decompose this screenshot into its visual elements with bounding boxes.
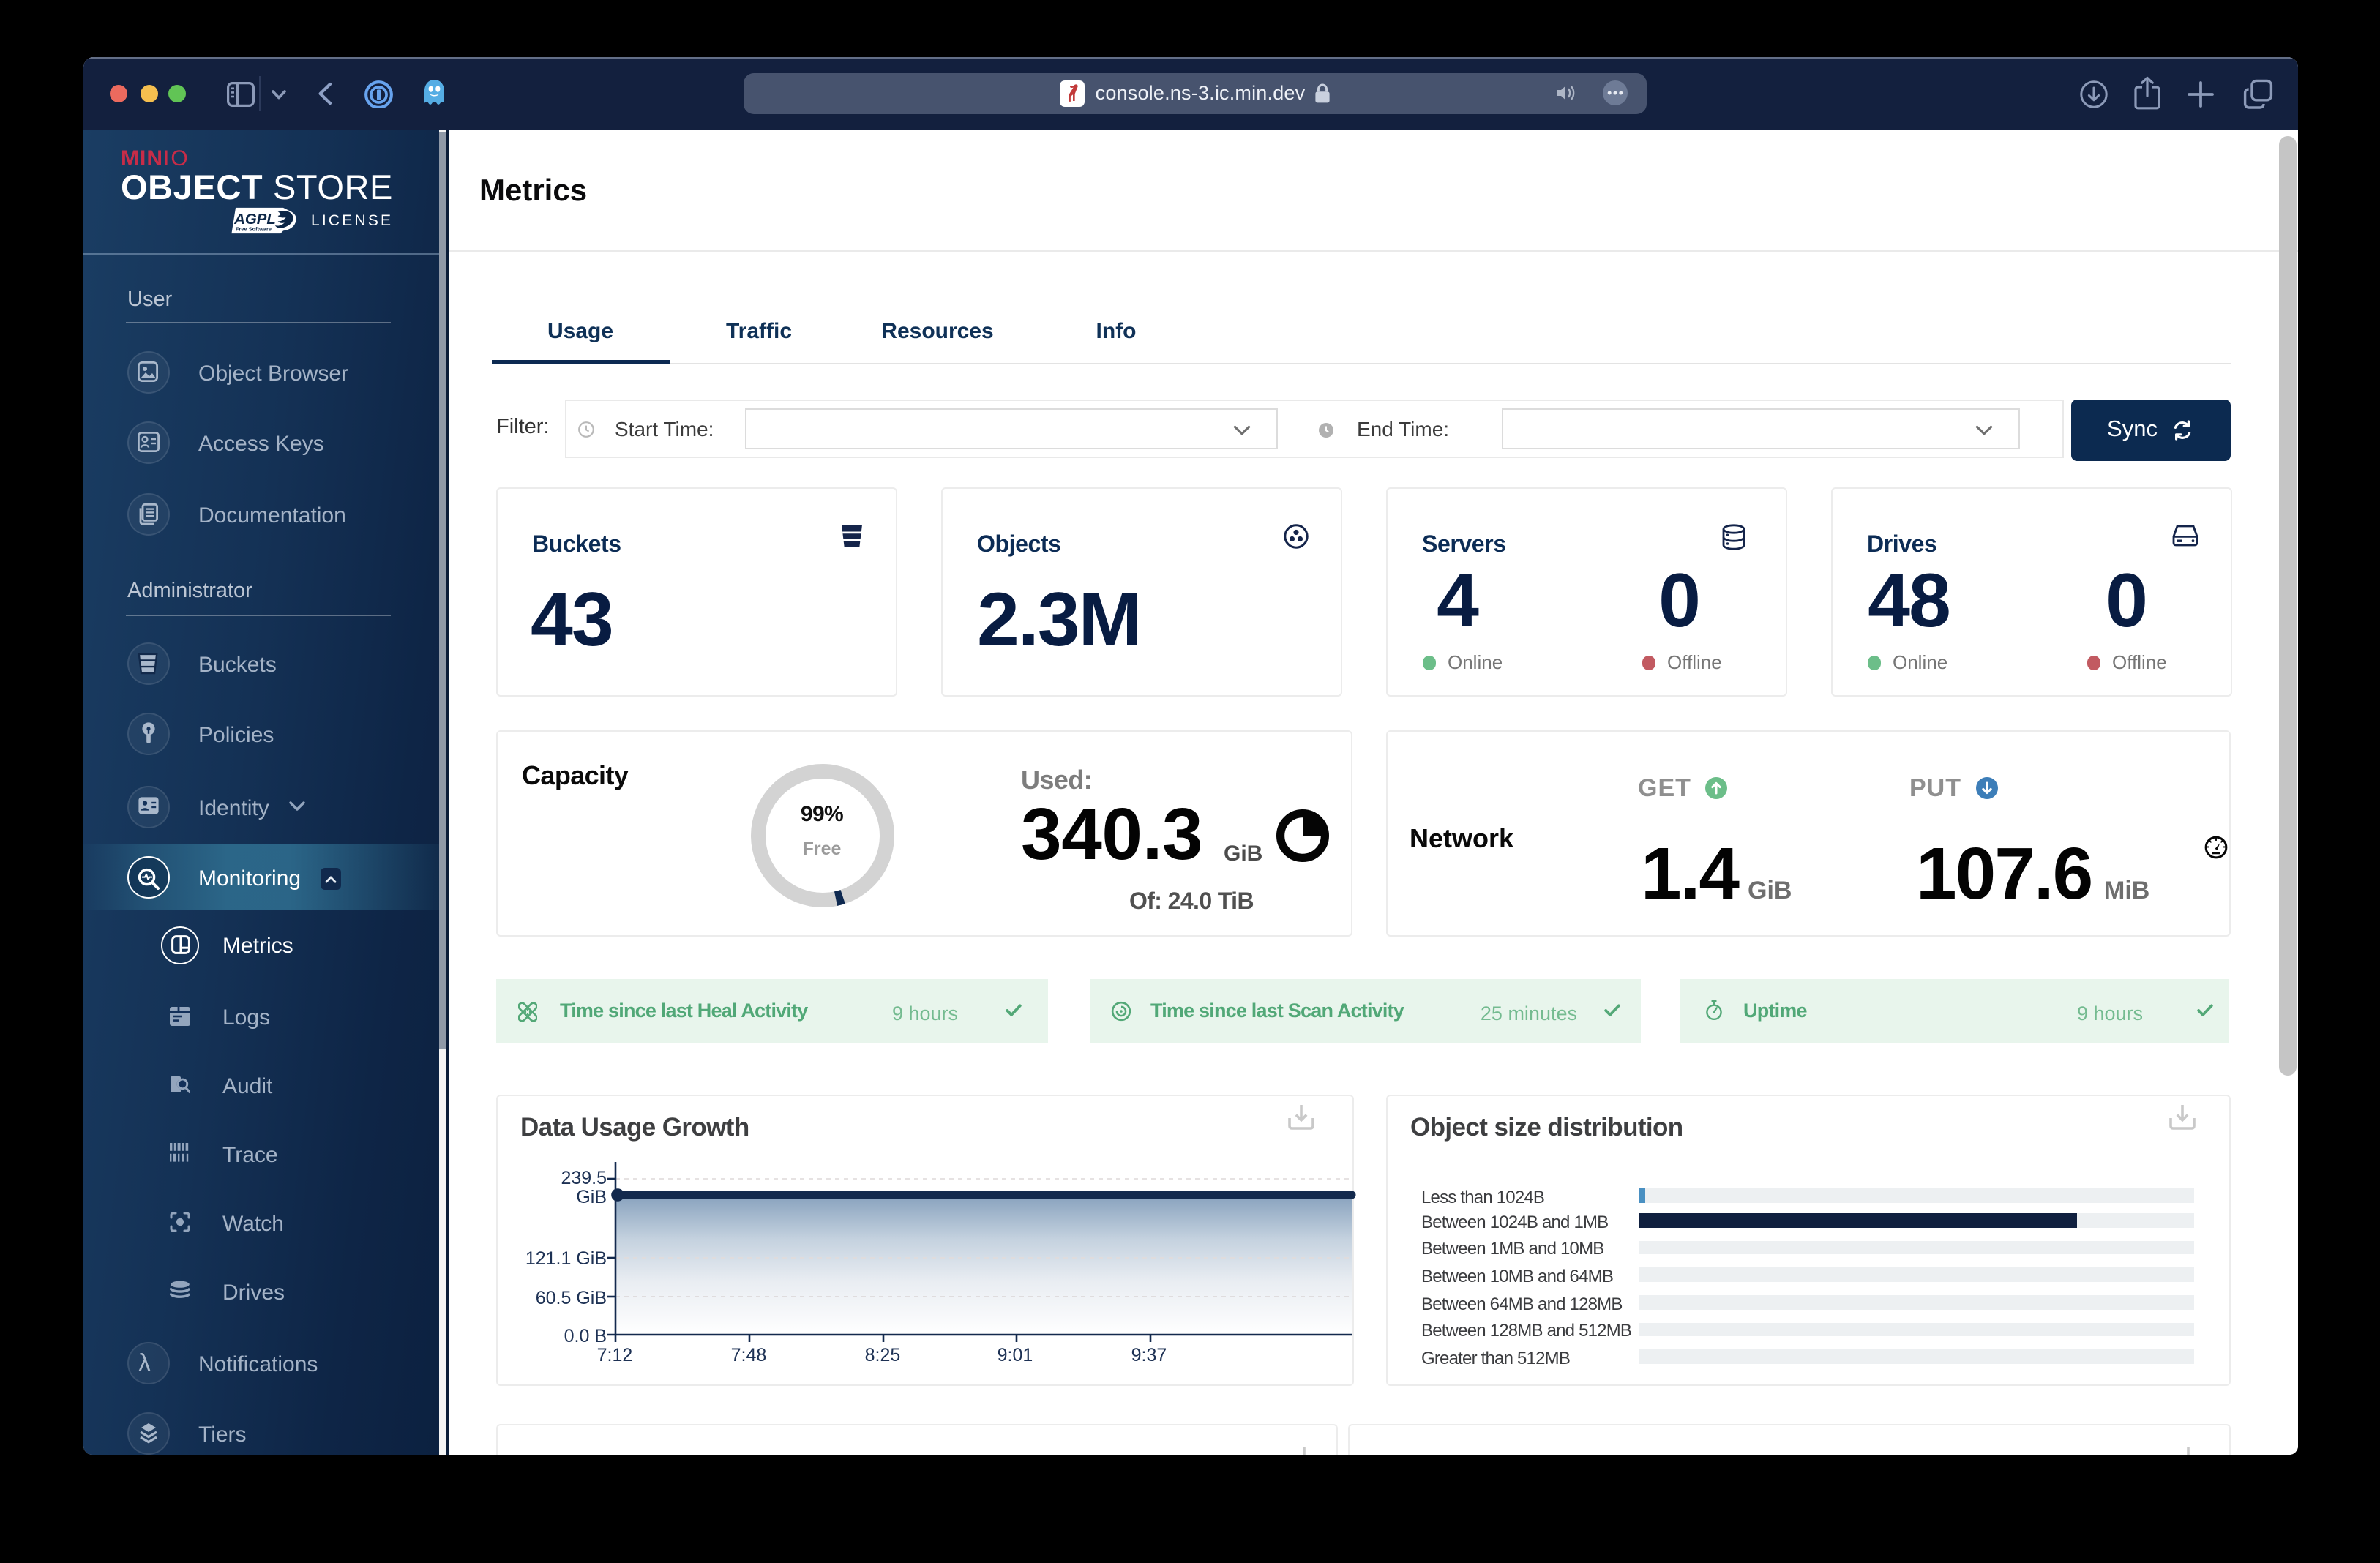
svg-text:Free Software: Free Software xyxy=(235,225,271,232)
